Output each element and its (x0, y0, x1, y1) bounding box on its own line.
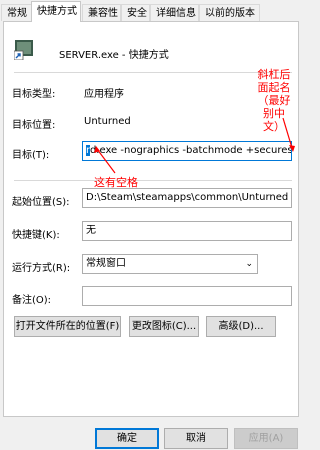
target-input[interactable]: rd.exe -nographics -batchmode +secureser… (82, 141, 292, 161)
target-type-value: 应用程序 (84, 89, 124, 100)
hotkey-label: 快捷键(K): (12, 230, 60, 241)
side-annotation-line: 文） (263, 120, 285, 133)
tab-general[interactable]: 常规 (1, 4, 32, 21)
run-select-value: 常规窗口 (86, 258, 126, 269)
hotkey-input[interactable]: 无 (82, 221, 292, 241)
target-text-rest: d.exe -nographics -batchmode +secureserv… (89, 145, 291, 156)
open-file-location-button[interactable]: 打开文件所在的位置(F) (14, 316, 121, 337)
start-in-label: 起始位置(S): (12, 197, 70, 208)
tab-details[interactable]: 详细信息 (150, 4, 199, 21)
side-annotation-line: （最好 (257, 94, 291, 107)
side-annotation: 斜杠后 面起名 （最好 别中 文） (252, 68, 296, 133)
chevron-down-icon: ⌄ (245, 259, 253, 269)
target-label: 目标(T): (12, 150, 50, 161)
ok-button[interactable]: 确定 (95, 428, 159, 449)
side-annotation-line: 面起名 (257, 81, 291, 94)
separator (14, 180, 292, 181)
shortcut-panel: SERVER.exe - 快捷方式 目标类型: 应用程序 目标位置: Untur… (3, 21, 299, 417)
target-location-label: 目标位置: (12, 120, 56, 131)
side-annotation-line: 斜杠后 (257, 68, 291, 81)
target-location-value: Unturned (84, 116, 131, 127)
run-label: 运行方式(R): (12, 263, 71, 274)
tab-shortcut[interactable]: 快捷方式 (31, 1, 81, 22)
separator (14, 72, 292, 73)
shortcut-app-icon (14, 40, 33, 60)
space-annotation: 这有空格 (94, 176, 138, 189)
comment-label: 备注(O): (12, 295, 52, 306)
shortcut-title: SERVER.exe - 快捷方式 (59, 50, 169, 61)
tab-previous-versions[interactable]: 以前的版本 (199, 4, 260, 21)
apply-button[interactable]: 应用(A) (234, 428, 298, 449)
start-in-input[interactable]: D:\Steam\steamapps\common\Unturned (82, 188, 292, 208)
advanced-button[interactable]: 高级(D)... (206, 316, 276, 337)
cancel-button[interactable]: 取消 (164, 428, 228, 449)
change-icon-button[interactable]: 更改图标(C)... (129, 316, 199, 337)
side-annotation-line: 别中 (263, 107, 285, 120)
tab-bar: 常规 快捷方式 兼容性 安全 详细信息 以前的版本 (0, 0, 303, 22)
run-select[interactable]: 常规窗口 ⌄ (82, 254, 258, 274)
tab-compatibility[interactable]: 兼容性 (82, 4, 121, 21)
tab-security[interactable]: 安全 (121, 4, 150, 21)
comment-input[interactable] (82, 286, 292, 306)
target-type-label: 目标类型: (12, 89, 56, 100)
